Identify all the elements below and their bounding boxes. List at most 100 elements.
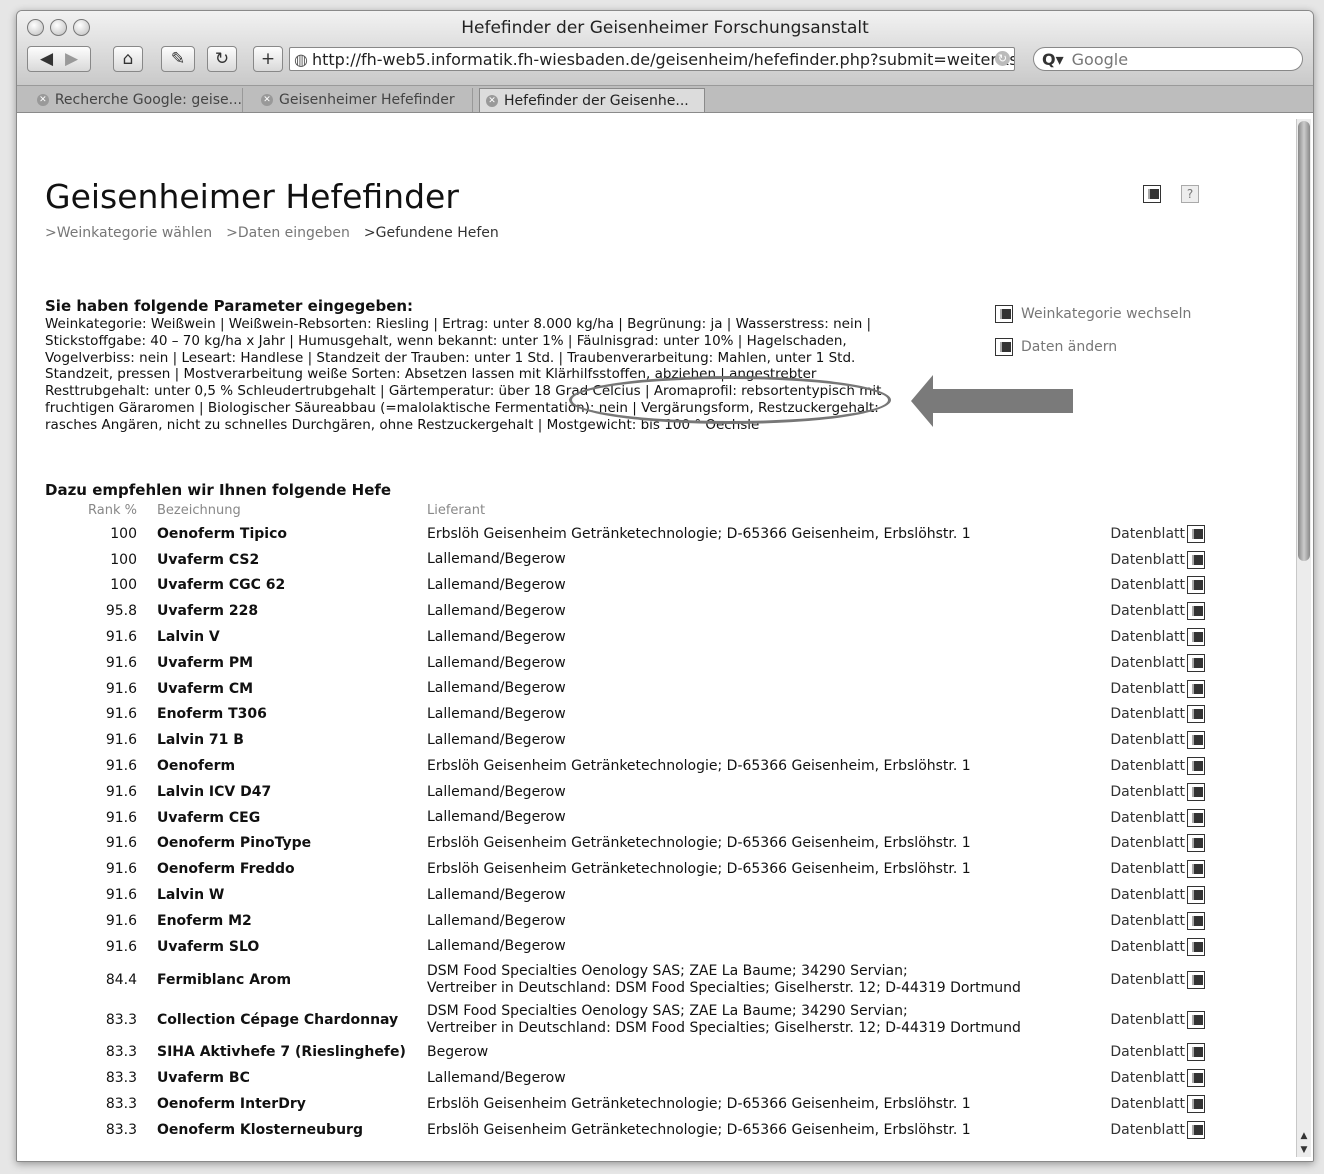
table-row: 91.6 Lalvin ICV D47 Lallemand/Begerow Daten… xyxy=(45,779,1205,805)
forward-arrow-icon[interactable]: ▶ xyxy=(65,49,78,69)
table-row: 91.6 Oenoferm Freddo Erbslöh Geisenheim Ge… xyxy=(45,856,1205,882)
tab-hefefinder-active[interactable]: ✕ Hefefinder der Geisenhe... xyxy=(479,88,705,112)
edit-bookmark-button[interactable]: ✎ xyxy=(161,46,195,72)
globe-icon: ◍ xyxy=(294,49,308,69)
yeast-name-cell: Oenoferm Tipico xyxy=(157,525,288,542)
datasheet-link[interactable]: Datenblatt xyxy=(1101,547,1205,573)
breadcrumb-hefen: >Gefundene Hefen xyxy=(363,225,499,241)
close-tab-icon[interactable]: ✕ xyxy=(261,94,273,106)
document-icon[interactable] xyxy=(1187,653,1205,672)
rank-cell: 91.6 xyxy=(105,758,137,775)
datasheet-link[interactable]: Datenblatt xyxy=(1101,1065,1205,1091)
datasheet-link[interactable]: Datenblatt xyxy=(1101,779,1205,805)
datasheet-link[interactable]: Datenblatt xyxy=(1101,856,1205,882)
datasheet-link[interactable]: Datenblatt xyxy=(1101,831,1205,857)
table-row: 91.6 Uvaferm PM Lallemand/Begerow Datenblat… xyxy=(45,650,1205,676)
document-icon[interactable] xyxy=(1187,705,1205,724)
datasheet-link[interactable]: Datenblatt xyxy=(1101,1117,1205,1143)
breadcrumb-daten[interactable]: >Daten eingeben xyxy=(226,225,350,241)
datasheet-link[interactable]: Datenblatt xyxy=(1101,960,1205,1000)
datasheet-label: Datenblatt xyxy=(1110,629,1185,646)
document-icon[interactable] xyxy=(1187,970,1205,989)
document-icon[interactable] xyxy=(1187,679,1205,698)
change-data-link[interactable]: Daten ändern xyxy=(995,336,1191,358)
document-icon[interactable] xyxy=(1187,937,1205,956)
reload-button[interactable]: ↻ xyxy=(207,46,237,72)
document-icon[interactable] xyxy=(1187,757,1205,776)
document-icon[interactable] xyxy=(1187,886,1205,905)
datasheet-link[interactable]: Datenblatt xyxy=(1101,624,1205,650)
document-icon[interactable] xyxy=(1187,1095,1205,1114)
document-icon[interactable] xyxy=(1187,1120,1205,1139)
datasheet-label: Datenblatt xyxy=(1110,1121,1185,1138)
document-icon[interactable] xyxy=(1187,782,1205,801)
datasheet-label: Datenblatt xyxy=(1110,525,1185,542)
document-icon xyxy=(995,338,1013,356)
change-category-link[interactable]: Weinkategorie wechseln xyxy=(995,303,1191,325)
yeast-name-cell: Uvaferm SLO xyxy=(157,938,260,955)
document-icon[interactable] xyxy=(1187,524,1205,543)
table-row: 83.3 Oenoferm InterDry Erbslöh Geisenheim … xyxy=(45,1091,1205,1117)
document-icon[interactable] xyxy=(1187,1043,1205,1062)
yeast-name-cell: Lalvin 71 B xyxy=(157,732,244,749)
table-row: 100 Uvaferm CS2 Lallemand/Begerow Datenblat… xyxy=(45,547,1205,573)
scroll-down-arrow[interactable]: ▼ xyxy=(1298,1145,1310,1155)
datasheet-link[interactable]: Datenblatt xyxy=(1101,1091,1205,1117)
datasheet-link[interactable]: Datenblatt xyxy=(1101,1000,1205,1040)
datasheet-link[interactable]: Datenblatt xyxy=(1101,521,1205,547)
document-icon[interactable] xyxy=(1187,576,1205,595)
datasheet-link[interactable]: Datenblatt xyxy=(1101,573,1205,599)
datasheet-link[interactable]: Datenblatt xyxy=(1101,753,1205,779)
yeast-name-cell: SIHA Aktivhefe 7 (Rieslinghefe) xyxy=(157,1044,406,1061)
yeast-name-cell: Enoferm M2 xyxy=(157,912,252,929)
close-tab-icon[interactable]: ✕ xyxy=(37,94,49,106)
scrollbar-thumb[interactable] xyxy=(1298,121,1310,561)
datasheet-link[interactable]: Datenblatt xyxy=(1101,882,1205,908)
tab-google-search[interactable]: ✕ Recherche Google: geise... xyxy=(31,88,243,112)
document-icon[interactable] xyxy=(1187,860,1205,879)
datasheet-link[interactable]: Datenblatt xyxy=(1101,727,1205,753)
table-row: 91.6 Uvaferm CEG Lallemand/Begerow Datenbla… xyxy=(45,805,1205,831)
print-icon[interactable] xyxy=(1143,185,1161,203)
yeast-name-cell: Uvaferm BC xyxy=(157,1070,250,1087)
datasheet-link[interactable]: Datenblatt xyxy=(1101,1040,1205,1066)
rank-cell: 84.4 xyxy=(105,971,137,988)
reload-small-icon[interactable]: ↻ xyxy=(995,51,1010,66)
datasheet-link[interactable]: Datenblatt xyxy=(1101,805,1205,831)
datasheet-label: Datenblatt xyxy=(1110,835,1185,852)
search-icon: Q▾ xyxy=(1042,49,1064,69)
supplier-cell: Erbslöh Geisenheim Getränketechnologie; … xyxy=(427,525,971,542)
document-icon[interactable] xyxy=(1187,1010,1205,1029)
back-arrow-icon[interactable]: ◀ xyxy=(40,49,53,69)
document-icon[interactable] xyxy=(1187,731,1205,750)
address-bar[interactable]: ◍ http://fh-web5.informatik.fh-wiesbaden… xyxy=(289,47,1015,71)
back-forward-buttons[interactable]: ◀ ▶ xyxy=(27,46,91,72)
url-text: http://fh-web5.informatik.fh-wiesbaden.d… xyxy=(311,49,1015,69)
rank-cell: 83.3 xyxy=(105,1096,137,1113)
table-row: 91.6 Uvaferm SLO Lallemand/Begerow Datenbla… xyxy=(45,934,1205,960)
document-icon[interactable] xyxy=(1187,911,1205,930)
search-field[interactable]: Q▾ Google xyxy=(1033,47,1303,71)
vertical-scrollbar[interactable]: ▲ ▼ xyxy=(1296,119,1311,1157)
datasheet-link[interactable]: Datenblatt xyxy=(1101,598,1205,624)
document-icon[interactable] xyxy=(1187,808,1205,827)
datasheet-link[interactable]: Datenblatt xyxy=(1101,934,1205,960)
add-bookmark-button[interactable]: + xyxy=(253,46,283,72)
home-button[interactable]: ⌂ xyxy=(113,46,143,72)
datasheet-link[interactable]: Datenblatt xyxy=(1101,650,1205,676)
datasheet-link[interactable]: Datenblatt xyxy=(1101,676,1205,702)
datasheet-link[interactable]: Datenblatt xyxy=(1101,908,1205,934)
help-icon[interactable]: ? xyxy=(1181,185,1199,203)
document-icon[interactable] xyxy=(1187,550,1205,569)
yeast-name-cell: Fermiblanc Arom xyxy=(157,971,292,988)
document-icon[interactable] xyxy=(1187,834,1205,853)
document-icon[interactable] xyxy=(1187,602,1205,621)
document-icon[interactable] xyxy=(1187,1069,1205,1088)
close-tab-icon[interactable]: ✕ xyxy=(486,94,498,107)
datasheet-link[interactable]: Datenblatt xyxy=(1101,702,1205,728)
scroll-up-arrow[interactable]: ▲ xyxy=(1298,1131,1310,1141)
document-icon xyxy=(995,305,1013,323)
document-icon[interactable] xyxy=(1187,628,1205,647)
tab-hefefinder[interactable]: ✕ Geisenheimer Hefefinder xyxy=(255,88,473,112)
breadcrumb-weinkategorie[interactable]: >Weinkategorie wählen xyxy=(45,225,212,241)
